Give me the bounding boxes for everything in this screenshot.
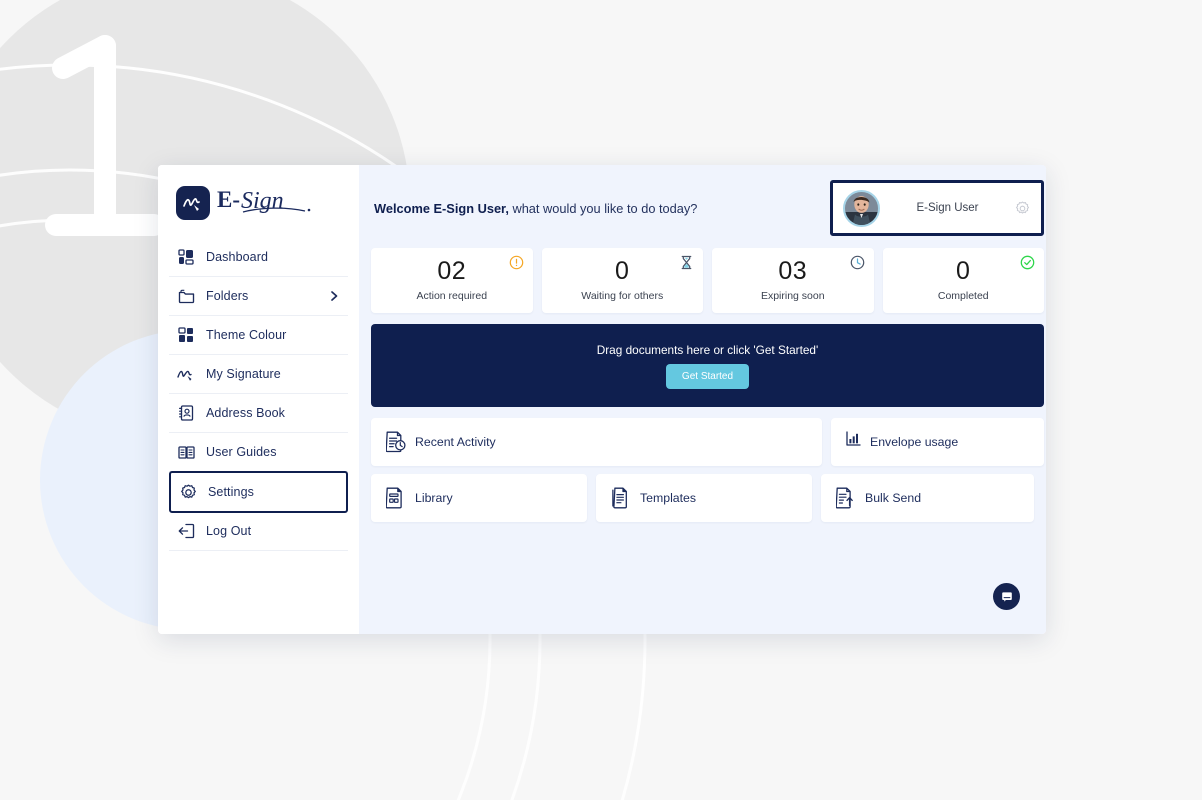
quick-links: Recent Activity Envelope usage Library T…	[371, 418, 1044, 522]
sidebar-item-log-out[interactable]: Log Out	[169, 512, 348, 551]
welcome-message: Welcome E-Sign User, what would you like…	[374, 201, 697, 216]
gear-icon	[179, 483, 197, 501]
clock-icon	[850, 255, 865, 270]
stat-value: 0	[615, 257, 630, 285]
alert-circle-icon	[509, 255, 524, 270]
recent-activity-icon	[386, 431, 406, 453]
brand-logo[interactable]: E- Sign	[169, 165, 348, 238]
drag-drop-banner[interactable]: Drag documents here or click 'Get Starte…	[371, 324, 1044, 407]
tile-bulk-send[interactable]: Bulk Send	[821, 474, 1034, 522]
address-book-icon	[177, 404, 195, 422]
stat-value: 0	[956, 257, 971, 285]
user-profile-card[interactable]: E-Sign User	[830, 180, 1044, 236]
sidebar-item-settings[interactable]: Settings	[169, 471, 348, 513]
sidebar: E- Sign Dashboard Folders Theme Colour M…	[158, 165, 359, 634]
library-icon	[386, 487, 406, 509]
sidebar-item-address-book[interactable]: Address Book	[169, 394, 348, 433]
sidebar-item-label: Log Out	[206, 524, 252, 538]
gear-icon[interactable]	[1015, 201, 1031, 216]
signature-icon	[177, 365, 195, 383]
sidebar-item-label: Folders	[206, 289, 249, 303]
stat-label: Expiring soon	[760, 290, 825, 302]
welcome-message-bold: Welcome E-Sign User,	[374, 200, 509, 216]
bulk-send-icon	[836, 487, 856, 509]
stat-card-completed[interactable]: 0 Completed	[882, 248, 1044, 313]
app-window: E- Sign Dashboard Folders Theme Colour M…	[158, 165, 1046, 634]
tile-envelope-usage[interactable]: Envelope usage	[831, 418, 1044, 466]
sidebar-item-label: Address Book	[206, 406, 286, 420]
svg-text:Sign: Sign	[241, 188, 284, 214]
tile-label: Envelope usage	[870, 435, 959, 449]
dashboard-icon	[177, 248, 195, 266]
sidebar-item-label: My Signature	[206, 367, 281, 381]
stat-value: 02	[437, 257, 467, 285]
sidebar-item-label: Settings	[208, 485, 254, 499]
user-name-label: E-Sign User	[916, 202, 979, 214]
sidebar-item-user-guides[interactable]: User Guides	[169, 433, 348, 472]
signature-logo-icon	[176, 185, 210, 220]
main-spacer	[371, 533, 1044, 622]
logout-icon	[177, 522, 195, 540]
tile-label: Recent Activity	[415, 435, 496, 449]
brand-wordmark: E- Sign	[217, 185, 322, 220]
user-guides-icon	[177, 443, 195, 461]
sidebar-item-label: Theme Colour	[206, 328, 287, 342]
sidebar-item-label: User Guides	[206, 445, 277, 459]
svg-text:E-: E-	[217, 187, 240, 212]
check-circle-icon	[1020, 255, 1035, 270]
sidebar-item-theme-colour[interactable]: Theme Colour	[169, 316, 348, 355]
theme-colour-icon	[177, 326, 195, 344]
chevron-right-icon[interactable]	[328, 290, 340, 302]
stat-label: Action required	[416, 290, 488, 302]
main-content: Welcome E-Sign User, what would you like…	[359, 165, 1046, 634]
tile-recent-activity[interactable]: Recent Activity	[371, 418, 822, 466]
stat-card-waiting-for-others[interactable]: 0 Waiting for others	[541, 248, 703, 313]
stat-value: 03	[778, 257, 808, 285]
tile-label: Templates	[640, 491, 697, 505]
user-avatar-photo	[843, 189, 880, 227]
stat-card-expiring-soon[interactable]: 03 Expiring soon	[712, 248, 874, 313]
stat-label: Completed	[937, 290, 989, 302]
templates-icon	[611, 487, 631, 509]
hourglass-icon	[679, 255, 694, 270]
sidebar-item-my-signature[interactable]: My Signature	[169, 355, 348, 394]
tile-templates[interactable]: Templates	[596, 474, 812, 522]
tile-library[interactable]: Library	[371, 474, 587, 522]
get-started-button[interactable]: Get Started	[665, 363, 750, 389]
sidebar-item-folders[interactable]: Folders	[169, 277, 348, 316]
sidebar-item-label: Dashboard	[206, 250, 269, 264]
tile-label: Bulk Send	[865, 491, 922, 505]
welcome-message-rest: what would you like to do today?	[508, 200, 698, 216]
sidebar-item-dashboard[interactable]: Dashboard	[169, 238, 348, 277]
stat-card-action-required[interactable]: 02 Action required	[371, 248, 533, 313]
folder-icon	[177, 287, 195, 305]
quick-links-row-1: Recent Activity Envelope usage	[371, 418, 1044, 466]
stats-row: 02 Action required 0 Waiting for others	[371, 248, 1044, 313]
quick-links-row-2: Library Templates Bulk Send	[371, 474, 1044, 522]
bar-chart-icon	[846, 431, 861, 453]
welcome-row: Welcome E-Sign User, what would you like…	[371, 179, 1044, 237]
banner-text: Drag documents here or click 'Get Starte…	[596, 342, 819, 357]
tile-label: Library	[415, 491, 453, 505]
chat-bubble-icon[interactable]	[993, 583, 1020, 610]
stat-label: Waiting for others	[581, 290, 664, 302]
